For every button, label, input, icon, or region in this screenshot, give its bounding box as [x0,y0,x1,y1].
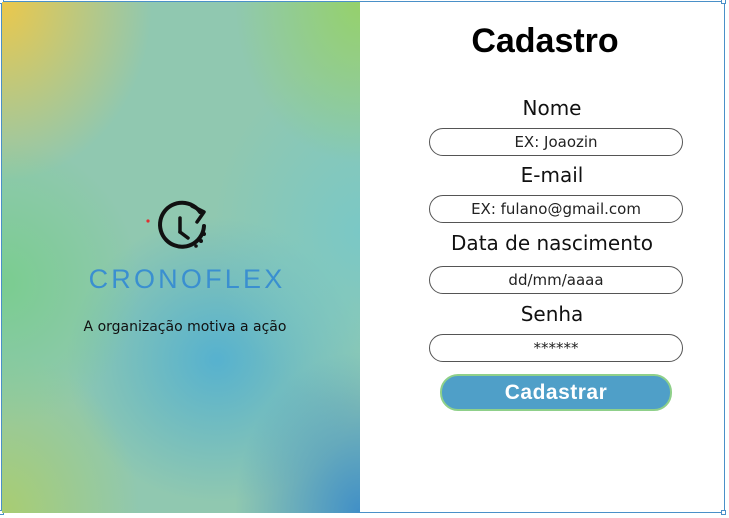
page-title: Cadastro [471,22,619,60]
email-label: E-mail [520,163,584,187]
brand-name: CRONOFLEX [88,264,286,294]
password-input[interactable] [429,334,683,362]
birthdate-label: Data de nascimento [451,231,653,255]
resize-handle-bottom-right[interactable] [721,510,726,515]
name-input[interactable] [429,128,683,156]
birthdate-input[interactable] [429,266,683,294]
brand-panel [2,2,360,513]
name-label: Nome [522,96,582,120]
resize-handle-top-right[interactable] [721,0,726,4]
email-input[interactable] [429,195,683,223]
clock-arrow-icon [146,200,206,249]
register-button[interactable]: Cadastrar [440,374,672,411]
brand-tagline: A organização motiva a ação [83,319,287,335]
password-label: Senha [520,302,584,326]
